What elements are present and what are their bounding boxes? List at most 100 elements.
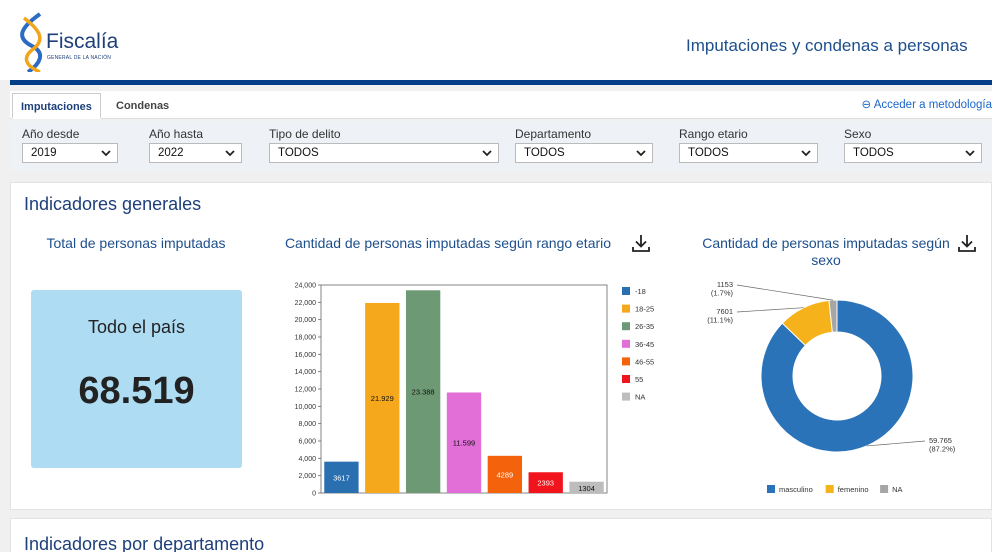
data-label: 11.599 [453,439,475,448]
metodologia-link[interactable]: ⊖ Acceder a metodología [862,97,992,111]
sexo-select[interactable]: TODOS [844,143,982,163]
logo-text: Fiscalía [46,30,119,53]
chevron-down-icon [801,150,811,157]
select-value: TODOS [278,147,319,159]
tabs-bar: Imputaciones Condenas ⊖ Acceder a metodo… [10,91,992,119]
legend-label: 18-25 [635,305,654,314]
select-value: TODOS [853,147,894,159]
age-chart-title: Cantidad de personas imputadas según ran… [284,235,612,251]
page: Fiscalía GENERAL DE LA NACIÓN Imputacion… [0,0,992,552]
header-divider [10,80,992,85]
filter-rango-etario: Rango etario TODOS [679,127,818,163]
chevron-down-icon [482,150,492,157]
data-label: 21.929 [371,394,394,403]
metodologia-link-label: Acceder a metodología [873,99,992,111]
filter-label: Departamento [515,127,592,141]
y-tick-label: 20,000 [295,317,317,324]
percent-label: (11.1%) [707,316,733,325]
y-tick-label: 22,000 [295,300,317,307]
filters-bar: Año desde 2019 Año hasta 2022 Tipo de de… [10,121,992,171]
legend-swatch [880,485,889,493]
filter-label: Rango etario [679,127,748,141]
legend-label: femenino [838,485,869,494]
callout-line [736,307,804,313]
data-label: 3617 [333,473,350,482]
legend-label: 55 [635,375,643,384]
data-label: 2393 [537,479,554,488]
legend-swatch [825,485,834,493]
percent-label: (1.7%) [711,289,734,298]
select-value: TODOS [524,147,565,159]
data-label: 23.388 [412,388,435,397]
chevron-down-icon [225,150,235,157]
y-tick-label: 10,000 [295,404,317,411]
y-tick-label: 16,000 [295,352,317,359]
y-tick-label: 24,000 [295,283,317,290]
filter-label: Tipo de delito [269,127,341,141]
tab-imputaciones[interactable]: Imputaciones [12,93,101,119]
tipo-delito-select[interactable]: TODOS [269,143,499,163]
header: Fiscalía GENERAL DE LA NACIÓN Imputacion… [0,0,992,80]
legend-label: 26-35 [635,322,654,331]
filter-label: Año hasta [149,127,204,141]
y-tick-label: 12,000 [295,387,317,394]
total-indicator-box: Todo el país 68.519 [31,290,242,468]
data-label: 1304 [578,484,595,493]
legend-label: NA [635,393,645,402]
filter-ano-desde: Año desde 2019 [22,127,118,163]
legend-swatch [622,339,630,348]
y-tick-label: 8,000 [298,421,316,428]
callout-line [736,284,834,301]
section-title: Indicadores generales [24,194,202,214]
filter-label: Sexo [844,127,872,141]
select-value: TODOS [688,147,729,159]
link-icon: ⊖ [861,99,874,111]
tab-condenas[interactable]: Condenas [108,93,177,119]
data-label: 4289 [497,470,514,479]
logo-subtext: GENERAL DE LA NACIÓN [47,55,112,61]
legend-swatch [622,392,630,401]
total-title: Total de personas imputadas [46,235,226,251]
ano-hasta-select[interactable]: 2022 [149,143,242,163]
chevron-down-icon [636,150,646,157]
legend-swatch [767,485,775,493]
legend-label: 36-45 [635,340,654,349]
ano-desde-select[interactable]: 2019 [22,143,118,163]
indicadores-departamento-card: Indicadores por departamento [10,518,992,552]
legend-label: -18 [635,287,646,296]
y-tick-label: 6,000 [298,439,316,446]
filter-ano-hasta: Año hasta 2022 [149,127,242,163]
y-tick-label: 18,000 [295,335,317,342]
filter-tipo-delito: Tipo de delito TODOS [269,127,499,163]
total-scope: Todo el país [87,317,186,337]
age-bar-chart: 0 2,000 4,000 6,000 8,000 10,000 12,000 14,000 1… [295,283,655,498]
filter-departamento: Departamento TODOS [515,127,653,163]
download-icon[interactable] [957,233,977,253]
y-tick-label: 2,000 [298,473,316,480]
page-title: Imputaciones y condenas a personas [686,36,968,55]
y-tick-label: 14,000 [295,369,317,376]
legend-swatch [622,375,630,383]
percent-label: (87.2%) [929,445,956,454]
legend-label: NA [892,485,902,494]
select-value: 2019 [31,147,57,159]
total-value: 68.519 [78,370,195,412]
legend-swatch [622,322,630,331]
legend-swatch [622,357,630,366]
departamento-select[interactable]: TODOS [515,143,653,163]
sex-chart-title: Cantidad de personas imputadas según sex… [702,235,950,268]
section-title: Indicadores por departamento [24,534,265,552]
sex-donut-chart: 59.765(87.2%)7601(11.1%)1153(1.7%)mascul… [707,280,956,494]
download-icon[interactable] [631,233,651,253]
chevron-down-icon [965,150,975,157]
rango-etario-select[interactable]: TODOS [679,143,818,163]
legend-label: 46-55 [635,357,654,366]
select-value: 2022 [158,147,184,159]
indicadores-generales-card: Indicadores generales Total de personas … [10,182,992,510]
legend-label: masculino [779,485,813,494]
filter-label: Año desde [22,127,80,141]
y-tick-label: 4,000 [298,456,316,463]
chevron-down-icon [101,150,111,157]
y-tick-label: 0 [312,491,316,498]
legend-swatch [622,287,630,295]
